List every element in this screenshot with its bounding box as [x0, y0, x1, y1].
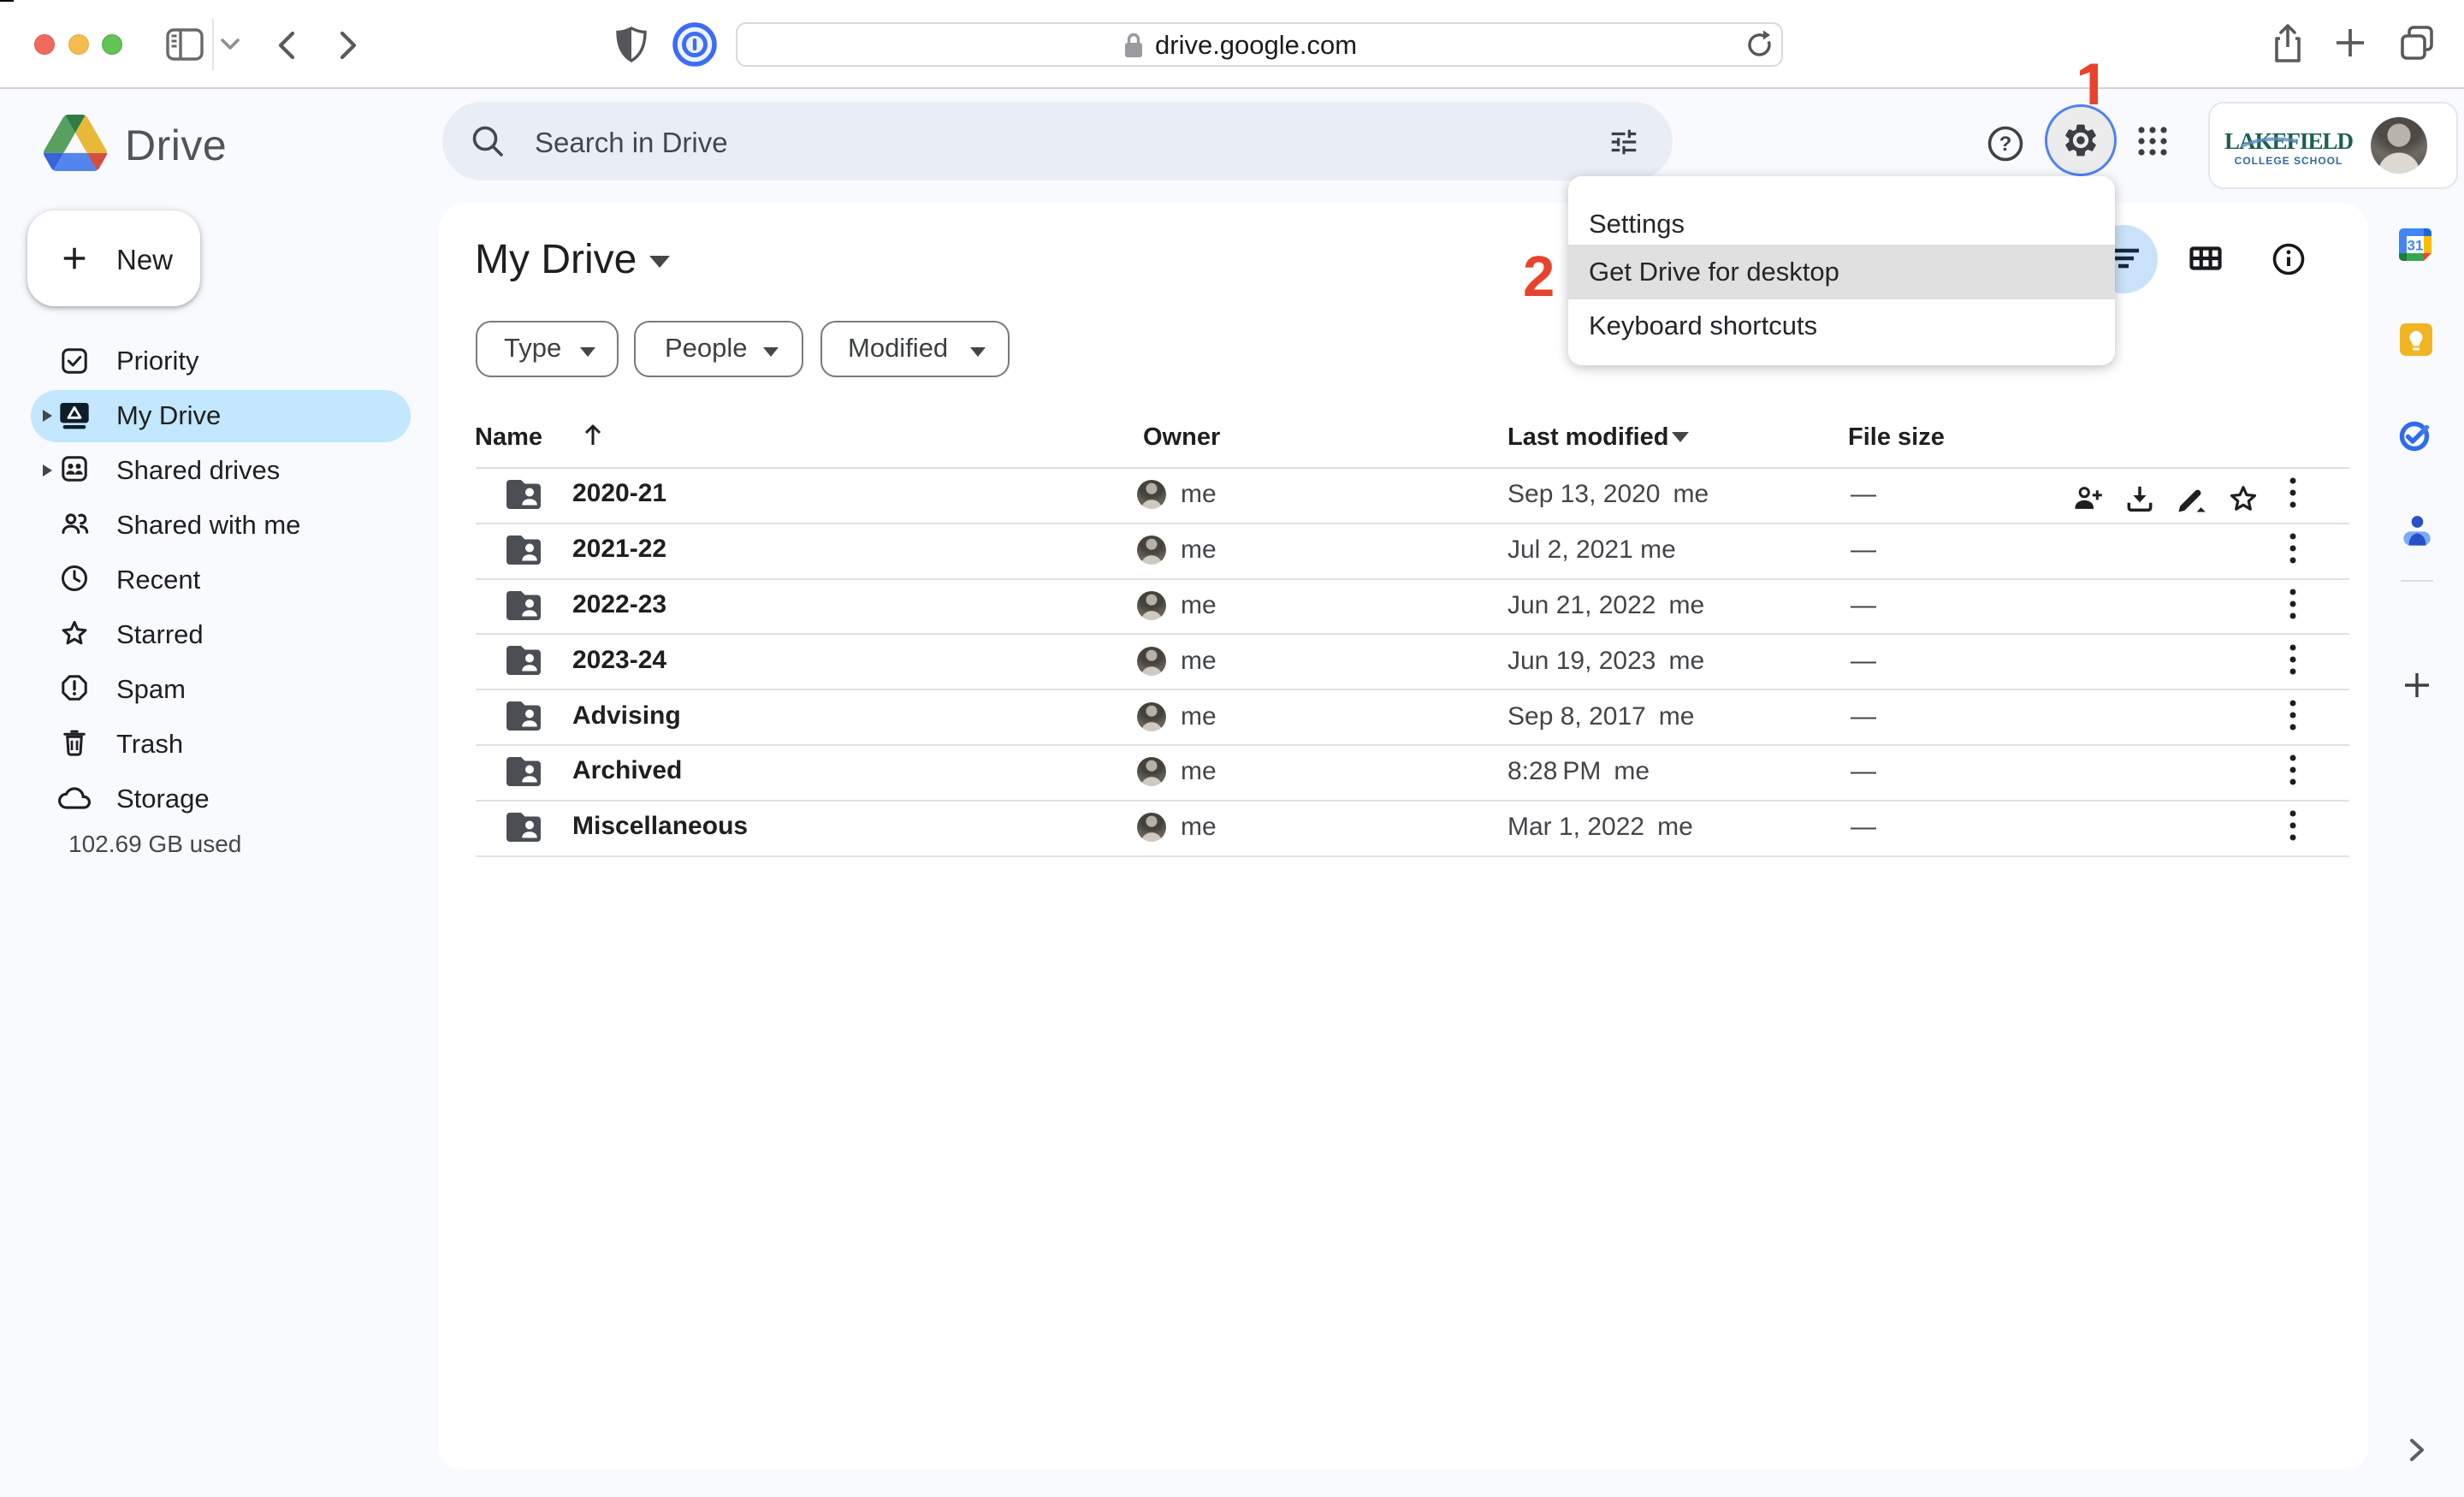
svg-text:?: ? — [1999, 133, 2012, 156]
svg-text:31: 31 — [2408, 238, 2424, 254]
